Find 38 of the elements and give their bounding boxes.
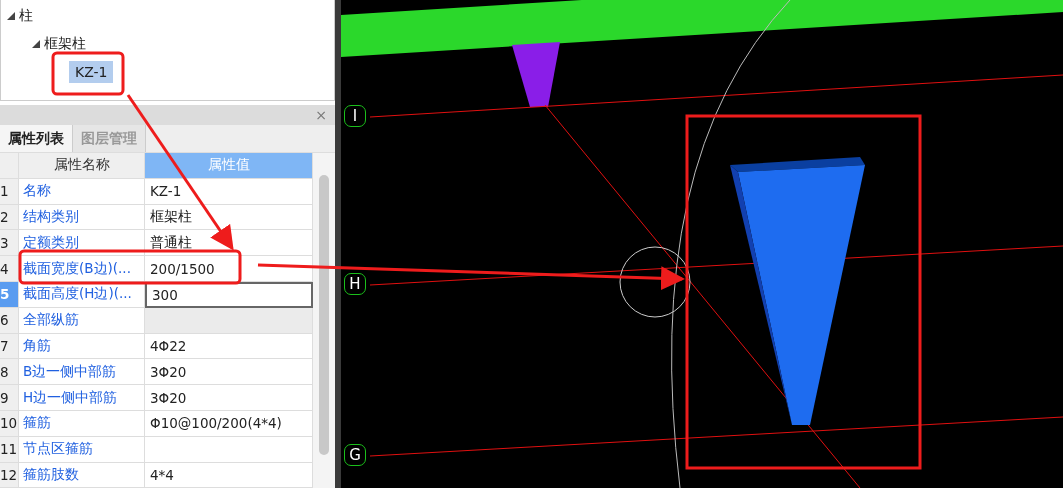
row-number[interactable]: 7 [0,333,19,360]
tree-item[interactable]: 框架柱 [44,32,86,56]
row-number[interactable]: 3 [0,230,19,257]
row-number[interactable]: 11 [0,436,19,463]
axis-label: H [344,273,366,295]
expand-triangle-icon[interactable] [32,40,40,48]
row-number[interactable]: 2 [0,204,19,231]
tab[interactable]: 属性列表 [0,125,73,152]
axis-label: I [344,105,366,127]
column-header: 属性值 [145,153,313,179]
row-number[interactable]: 10 [0,410,19,437]
property-name: 箍筋 [19,410,145,437]
circle-marker [619,246,691,318]
tree-item[interactable]: 柱 [19,4,33,28]
property-name: B边一侧中部筋 [19,359,145,386]
property-name: 结构类别 [19,204,145,231]
property-name: 角筋 [19,333,145,360]
property-name: 节点区箍筋 [19,436,145,463]
row-number[interactable]: 12 [0,462,19,488]
row-number[interactable]: 4 [0,256,19,282]
row-number[interactable]: 1 [0,178,19,205]
property-name: 截面宽度(B边)(... [19,256,145,282]
3d-viewport[interactable]: I H G [341,0,1063,488]
property-name: 截面高度(H边)(... [19,282,145,308]
row-number[interactable]: 6 [0,307,19,334]
column-drawing [512,42,560,107]
row-number[interactable]: 9 [0,385,19,411]
tree-item[interactable]: KZ-1 [69,61,114,83]
column-header: 属性名称 [19,153,145,179]
expand-triangle-icon[interactable] [7,12,15,20]
property-name: 名称 [19,178,145,205]
property-name: 箍筋肢数 [19,462,145,488]
property-value[interactable] [145,307,313,334]
scrollbar[interactable] [313,153,335,488]
property-name: H边一侧中部筋 [19,385,145,411]
row-number[interactable]: 8 [0,359,19,386]
axis-label: G [344,444,366,466]
property-name: 定额类别 [19,230,145,257]
